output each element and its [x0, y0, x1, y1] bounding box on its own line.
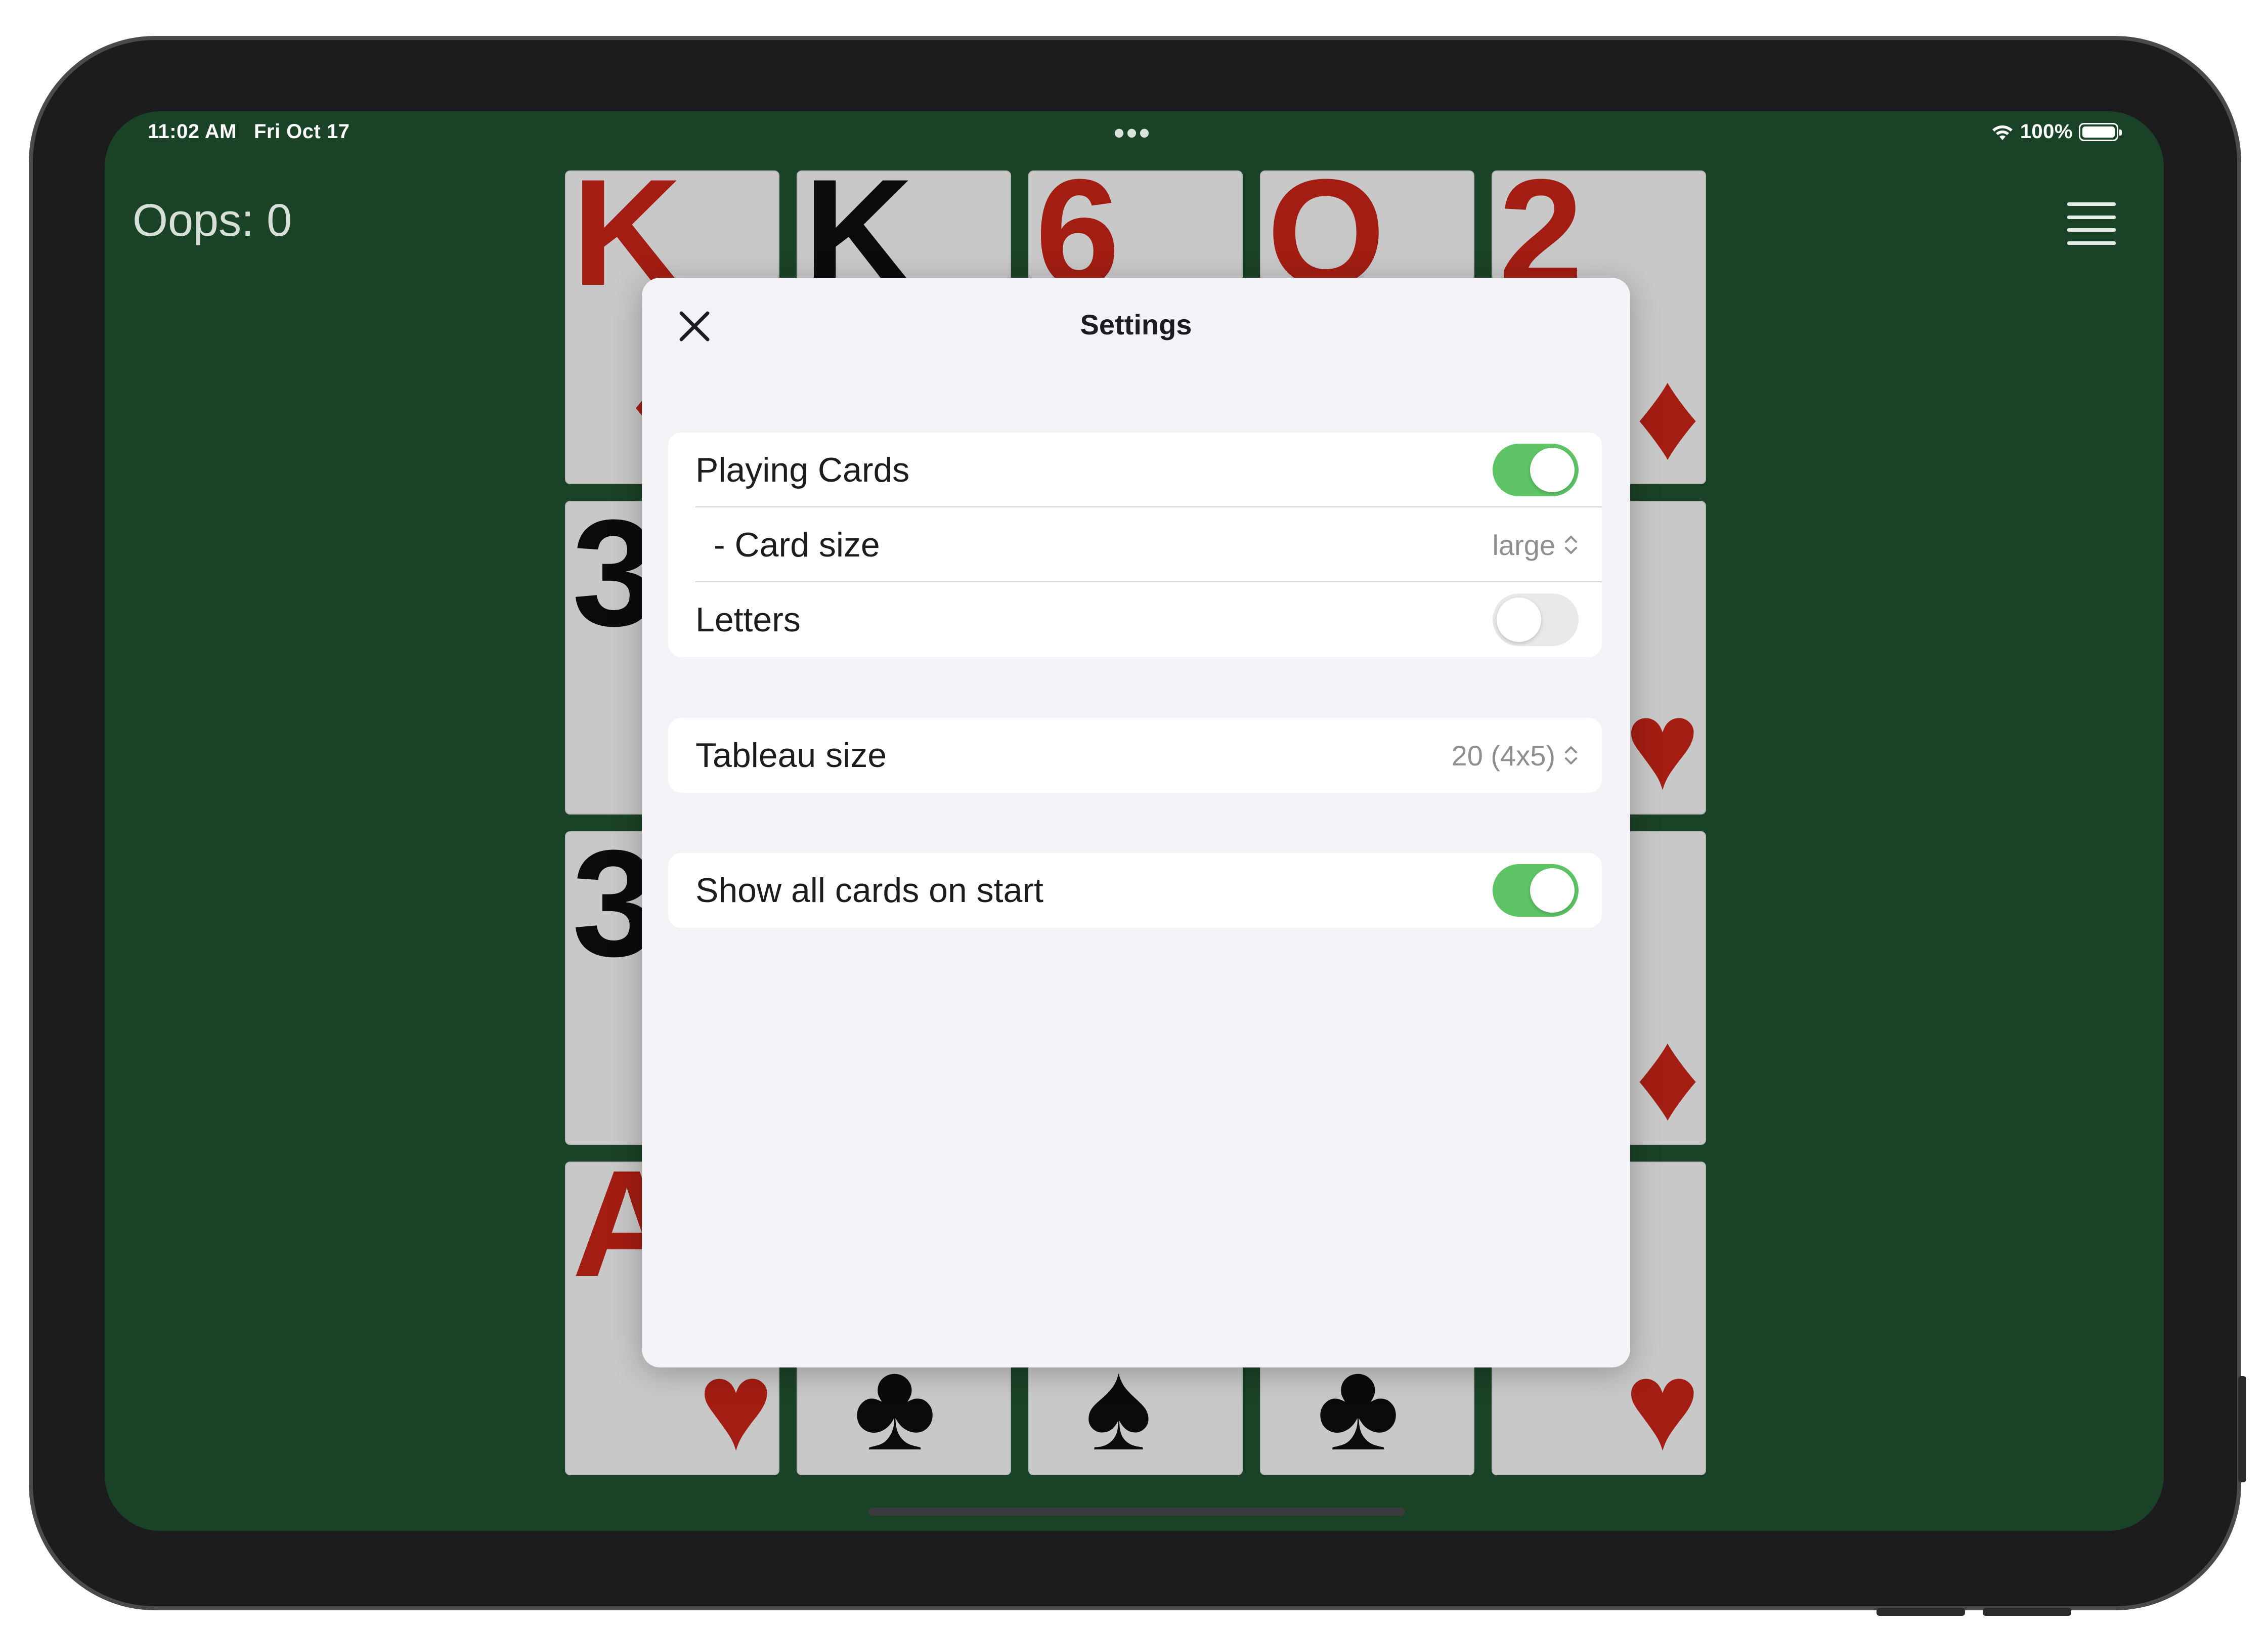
- row-label: - Card size: [714, 526, 880, 564]
- wifi-icon: [1992, 125, 2013, 140]
- sheet-title: Settings: [1080, 309, 1192, 340]
- show-all-cards-toggle[interactable]: [1493, 864, 1579, 917]
- card-size-picker[interactable]: large: [1492, 529, 1579, 562]
- heart-suit-icon: ♥: [1625, 674, 1700, 815]
- heart-suit-icon: ♥: [1625, 1335, 1700, 1475]
- letters-row: Letters: [668, 582, 1602, 657]
- tableau-size-row[interactable]: Tableau size 20 (4x5): [668, 718, 1602, 793]
- settings-group-tableau: Tableau size 20 (4x5): [668, 718, 1602, 793]
- diamond-suit-icon: ♦: [1635, 344, 1700, 484]
- chevron-up-down-icon: [1565, 746, 1577, 764]
- tableau-size-picker[interactable]: 20 (4x5): [1452, 739, 1579, 772]
- show-all-cards-row: Show all cards on start: [668, 853, 1602, 928]
- home-indicator[interactable]: [868, 1508, 1405, 1516]
- playing-cards-row: Playing Cards: [668, 433, 1602, 507]
- side-button: [2238, 1376, 2246, 1482]
- battery-icon: [2079, 122, 2122, 141]
- settings-group-cards: Playing Cards - Card size large Letters: [668, 433, 1602, 657]
- oops-counter: Oops: 0: [133, 195, 292, 246]
- picker-value: large: [1492, 529, 1555, 561]
- volume-button: [1983, 1608, 2071, 1616]
- chevron-up-down-icon: [1565, 536, 1577, 554]
- settings-sheet: Settings Playing Cards - Card size large…: [642, 278, 1630, 1367]
- row-label: Playing Cards: [695, 451, 910, 489]
- settings-group-start: Show all cards on start: [668, 853, 1602, 928]
- status-bar-left: 11:02 AM Fri Oct 17: [148, 120, 350, 143]
- battery-percent: 100%: [2020, 120, 2073, 143]
- picker-value: 20 (4x5): [1451, 739, 1555, 772]
- row-label: Tableau size: [695, 736, 887, 775]
- status-bar-right: 100%: [1991, 120, 2122, 143]
- status-time: 11:02 AM: [148, 120, 237, 143]
- volume-button: [1877, 1608, 1965, 1616]
- card-size-row[interactable]: - Card size large: [668, 507, 1602, 582]
- diamond-suit-icon: ♦: [1635, 1005, 1700, 1145]
- status-date: Fri Oct 17: [253, 120, 350, 143]
- row-label: Letters: [695, 601, 801, 639]
- row-label: Show all cards on start: [695, 871, 1043, 910]
- screen: 11:02 AMFri Oct 17 ••• 100% Oops: 0 K ♦ …: [105, 111, 2164, 1531]
- multitasking-dots-icon[interactable]: •••: [1114, 115, 1152, 150]
- hamburger-menu-icon[interactable]: [2067, 202, 2116, 245]
- playing-cards-toggle[interactable]: [1493, 444, 1579, 496]
- letters-toggle[interactable]: [1493, 593, 1579, 646]
